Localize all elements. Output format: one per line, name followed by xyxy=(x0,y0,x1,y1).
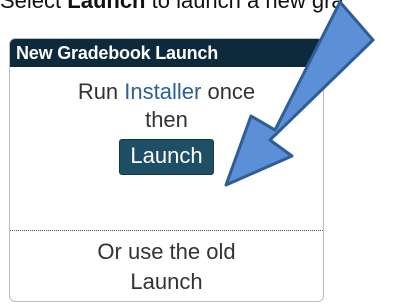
gradebook-launch-panel: New Gradebook Launch Run Installer once … xyxy=(9,38,324,302)
instruction-caption: Select Launch to launch a new gra xyxy=(0,0,407,14)
caption-prefix: Select xyxy=(0,0,68,13)
launch-button[interactable]: Launch xyxy=(119,139,214,175)
installer-prefix: Run xyxy=(77,79,125,104)
caption-bold: Launch xyxy=(67,0,146,13)
then-text: then xyxy=(145,107,188,132)
installer-link[interactable]: Installer xyxy=(124,79,201,104)
section-divider xyxy=(10,230,323,231)
installer-line: Run Installer once xyxy=(10,78,323,106)
caption-suffix: to launch a new gra xyxy=(145,0,344,13)
installer-suffix: once xyxy=(201,79,256,104)
old-launch-section[interactable]: Or use the old Launch xyxy=(10,237,323,297)
old-launch-line2: Launch xyxy=(130,269,203,294)
panel-header: New Gradebook Launch xyxy=(10,39,323,67)
new-launch-section: Run Installer once then Launch xyxy=(10,68,323,226)
old-launch-line1: Or use the old xyxy=(97,239,236,264)
